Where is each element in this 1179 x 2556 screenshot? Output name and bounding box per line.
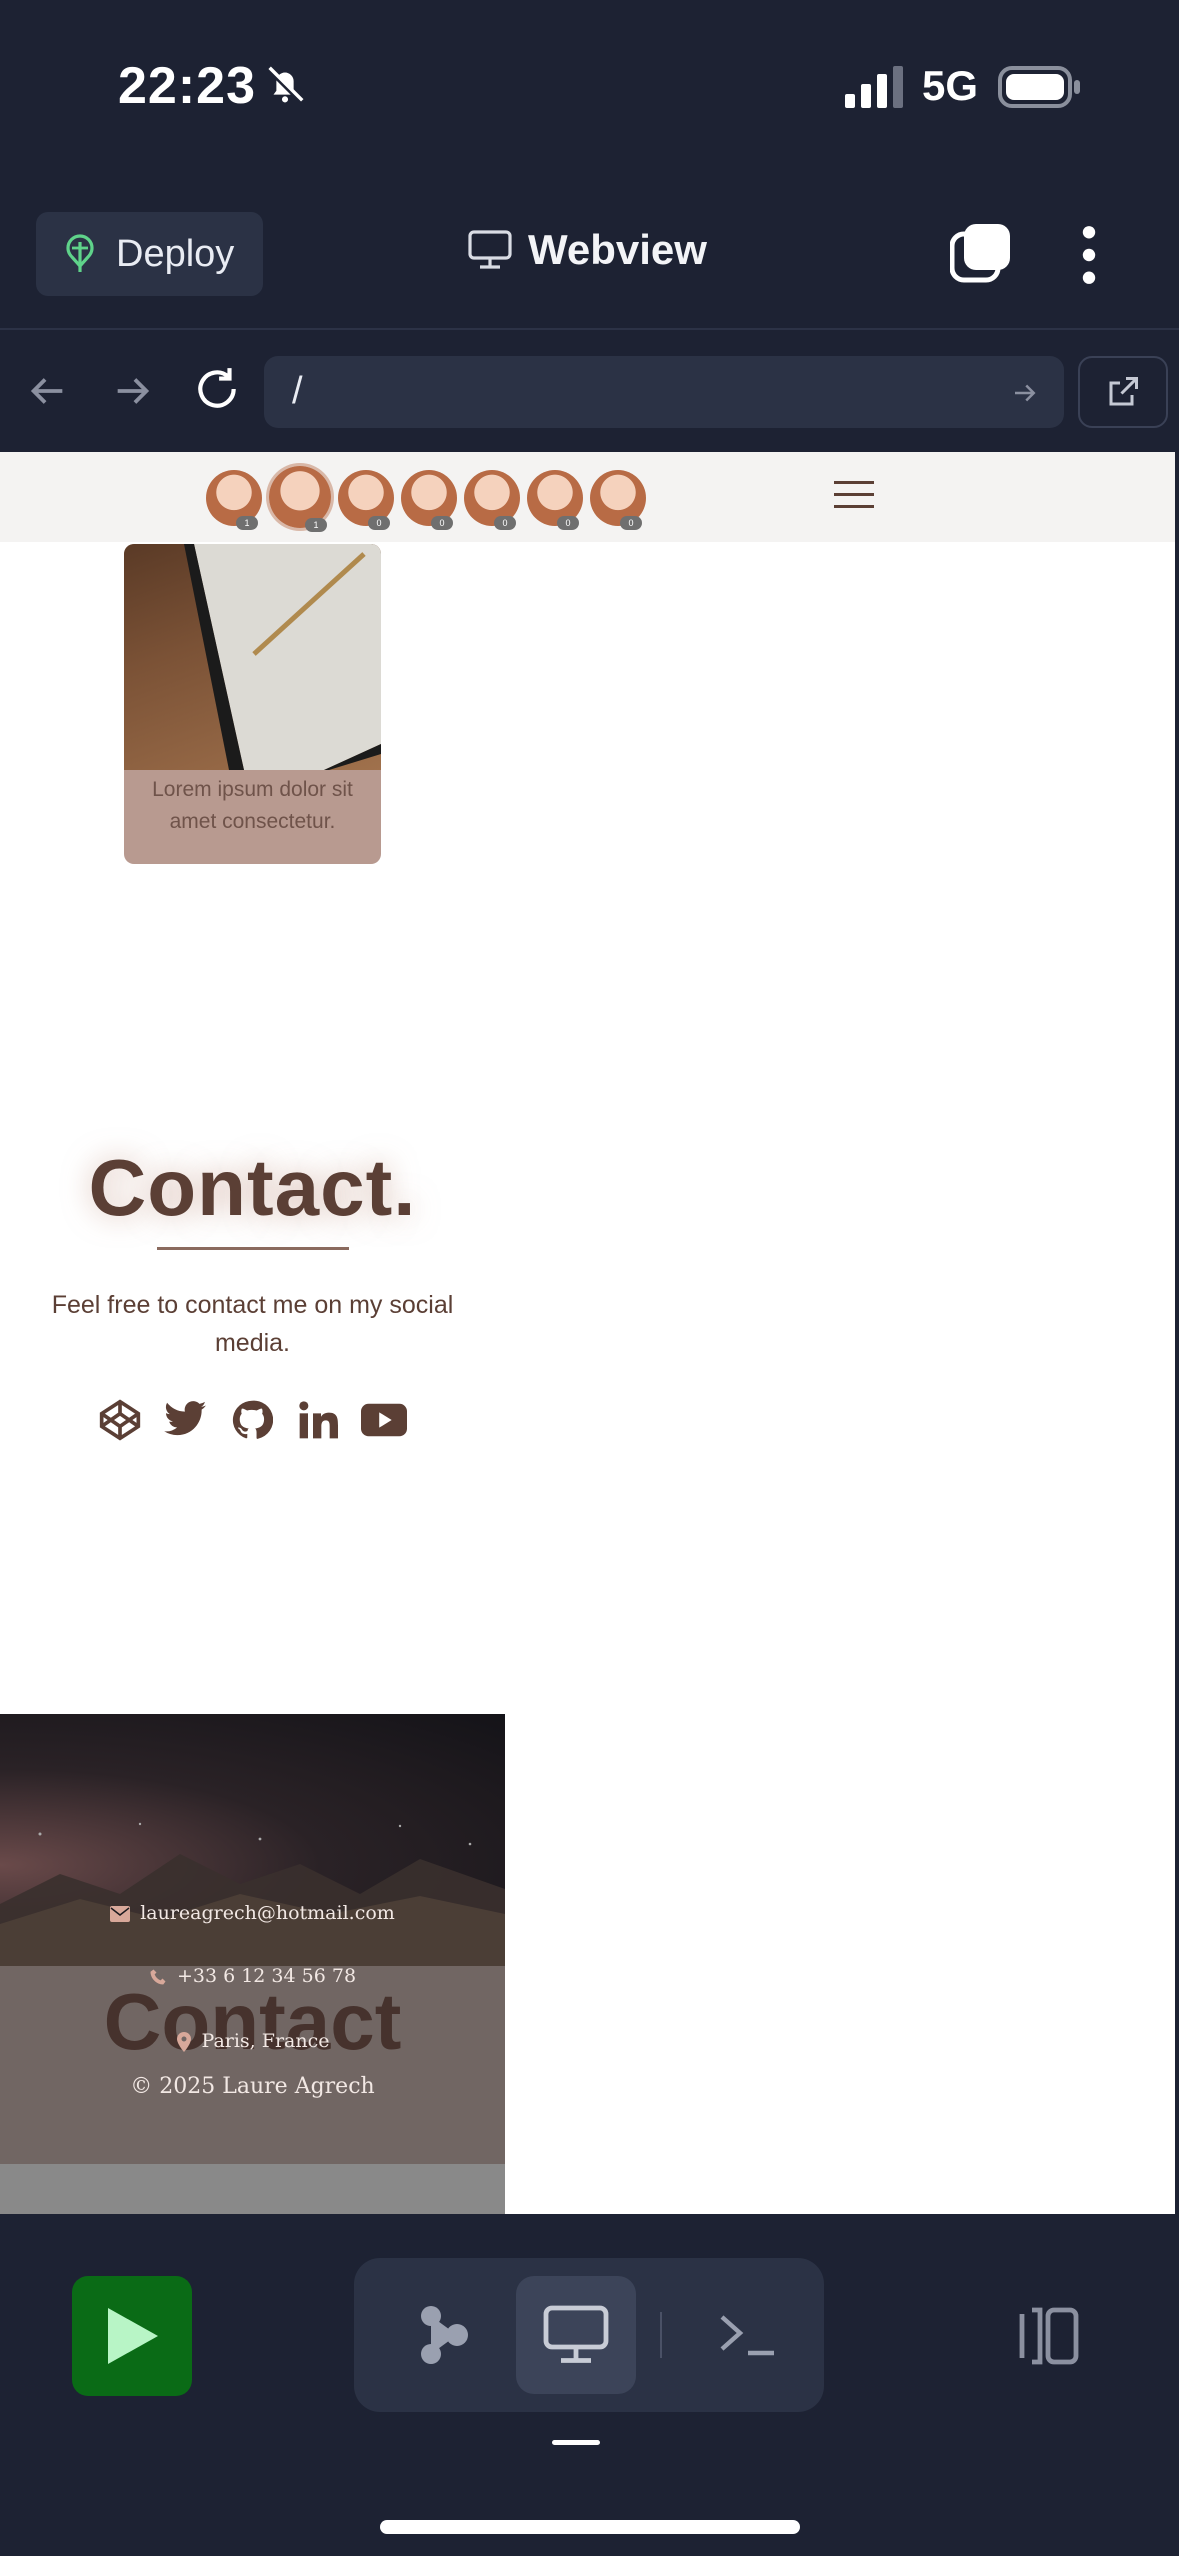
footer-email: laureagrech@hotmail.com bbox=[140, 1902, 395, 1924]
project-card[interactable]: Lorem ipsum dolor sit amet consectetur. bbox=[124, 544, 381, 864]
deploy-button[interactable]: Deploy bbox=[36, 212, 263, 296]
layout-toggle-icon[interactable] bbox=[1010, 2306, 1082, 2366]
external-link-icon bbox=[1109, 377, 1138, 406]
toolbar-divider bbox=[660, 2312, 662, 2358]
more-vertical-icon[interactable] bbox=[1074, 224, 1104, 286]
url-text: / bbox=[292, 370, 303, 412]
heading-underline bbox=[157, 1247, 349, 1250]
twitter-icon[interactable] bbox=[162, 1398, 210, 1442]
mountain-illustration bbox=[0, 1822, 505, 1966]
webview-button[interactable] bbox=[516, 2276, 636, 2394]
reload-icon[interactable] bbox=[192, 364, 242, 414]
deploy-icon bbox=[66, 234, 94, 272]
avatar[interactable]: 0 bbox=[464, 470, 520, 530]
monitor-icon bbox=[468, 230, 512, 269]
terminal-icon bbox=[720, 2315, 774, 2356]
hamburger-menu-icon[interactable] bbox=[834, 478, 874, 512]
contact-heading: Contact. bbox=[88, 1143, 417, 1232]
footer-phone-row[interactable]: +33 6 12 34 56 78 bbox=[0, 1965, 505, 1987]
avatar-row: 1 1 0 0 0 0 0 bbox=[206, 466, 653, 532]
back-arrow-icon[interactable] bbox=[24, 368, 70, 414]
home-indicator bbox=[380, 2520, 800, 2534]
card-caption: Lorem ipsum dolor sit amet consectetur. bbox=[152, 778, 353, 833]
github-icon[interactable] bbox=[228, 1398, 276, 1442]
workspace-button[interactable] bbox=[384, 2276, 504, 2394]
active-tab-indicator bbox=[552, 2440, 600, 2445]
status-bar: 22:23 5G bbox=[0, 0, 1179, 180]
url-input[interactable]: / bbox=[264, 356, 1064, 428]
linkedin-icon[interactable] bbox=[294, 1398, 342, 1442]
open-external-button[interactable] bbox=[1078, 356, 1168, 428]
battery-icon bbox=[998, 66, 1080, 108]
footer-email-row[interactable]: laureagrech@hotmail.com bbox=[0, 1902, 505, 1924]
deploy-label: Deploy bbox=[116, 232, 235, 275]
footer-location-row: Paris, France bbox=[0, 2030, 505, 2052]
shell-button[interactable] bbox=[688, 2276, 808, 2394]
webview-content: 1 1 0 0 0 0 0 Lorem ipsum dolor sit amet… bbox=[0, 452, 1175, 2214]
footer-phone: +33 6 12 34 56 78 bbox=[176, 1965, 357, 1987]
avatar[interactable]: 0 bbox=[401, 470, 457, 530]
signal-icon bbox=[845, 66, 903, 108]
phone-icon bbox=[150, 1969, 166, 1985]
contact-description: Feel free to contact me on my social med… bbox=[51, 1291, 454, 1357]
app-header: Deploy Webview bbox=[0, 200, 1179, 330]
social-links bbox=[96, 1398, 426, 1442]
bottom-toolbar bbox=[0, 2214, 1179, 2556]
webview-tab-title[interactable]: Webview bbox=[468, 226, 707, 274]
card-image bbox=[124, 544, 381, 770]
status-time: 22:23 bbox=[118, 57, 256, 115]
youtube-icon[interactable] bbox=[360, 1398, 408, 1442]
nodes-icon bbox=[421, 2306, 468, 2364]
notebook-illustration bbox=[184, 544, 381, 770]
avatar[interactable]: 0 bbox=[527, 470, 583, 530]
location-pin-icon bbox=[176, 2032, 191, 2052]
avatar[interactable]: 1 bbox=[269, 466, 331, 532]
tabs-icon[interactable] bbox=[950, 222, 1012, 284]
run-button[interactable] bbox=[72, 2276, 192, 2396]
monitor-icon bbox=[543, 2305, 609, 2363]
footer: Contact laureagrech@hotmail.com +33 6 12… bbox=[0, 1714, 505, 2214]
play-icon bbox=[108, 2308, 158, 2364]
go-arrow-icon[interactable] bbox=[1010, 378, 1040, 408]
view-switcher bbox=[354, 2258, 824, 2412]
site-navbar: 1 1 0 0 0 0 0 bbox=[0, 452, 1175, 542]
footer-location: Paris, France bbox=[201, 2030, 330, 2052]
avatar[interactable]: 1 bbox=[206, 470, 262, 530]
forward-arrow-icon[interactable] bbox=[110, 368, 156, 414]
avatar[interactable]: 0 bbox=[338, 470, 394, 530]
bell-muted-icon bbox=[265, 65, 305, 105]
url-row: / bbox=[0, 332, 1179, 452]
codepen-icon[interactable] bbox=[96, 1398, 144, 1442]
avatar[interactable]: 0 bbox=[590, 470, 646, 530]
network-label: 5G bbox=[922, 62, 979, 109]
webview-title: Webview bbox=[528, 226, 707, 273]
footer-copyright: © 2025 Laure Agrech bbox=[130, 2074, 375, 2099]
footer-bottom-band bbox=[0, 2164, 505, 2214]
ghost-contact-heading: Contact bbox=[103, 1977, 402, 2066]
envelope-icon bbox=[110, 1906, 131, 1922]
